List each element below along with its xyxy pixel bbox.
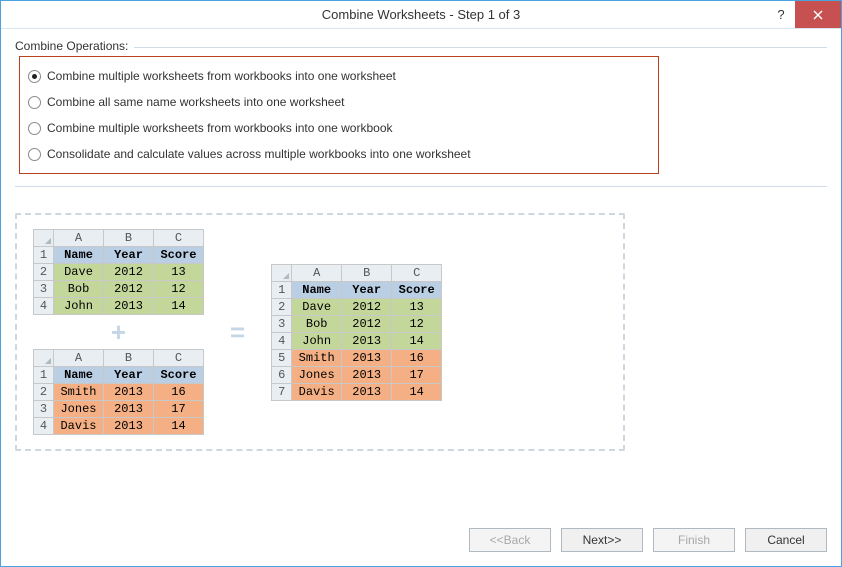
dialog-content: Combine Operations: Combine multiple wor…	[1, 29, 841, 566]
radio-icon	[28, 70, 41, 83]
radio-icon	[28, 148, 41, 161]
radio-icon	[28, 122, 41, 135]
close-icon	[813, 10, 823, 20]
group-legend: Combine Operations:	[15, 39, 134, 53]
radio-option-0[interactable]: Combine multiple worksheets from workboo…	[26, 63, 652, 89]
next-button[interactable]: Next>>	[561, 528, 643, 552]
cancel-button[interactable]: Cancel	[745, 528, 827, 552]
radio-label: Consolidate and calculate values across …	[47, 147, 471, 161]
close-button[interactable]	[795, 1, 841, 28]
radio-label: Combine all same name worksheets into on…	[47, 95, 344, 109]
window-title: Combine Worksheets - Step 1 of 3	[322, 7, 520, 22]
radio-icon	[28, 96, 41, 109]
preview-table-bottom: ABC1NameYearScore2Smith2013163Jones20131…	[33, 349, 204, 435]
dialog-window: Combine Worksheets - Step 1 of 3 ? Combi…	[0, 0, 842, 567]
radio-option-2[interactable]: Combine multiple worksheets from workboo…	[26, 115, 652, 141]
back-button: <<Back	[469, 528, 551, 552]
radio-label: Combine multiple worksheets from workboo…	[47, 69, 396, 83]
plus-icon: +	[103, 319, 134, 345]
button-bar: <<Back Next>> Finish Cancel	[469, 528, 827, 552]
preview-table-result: ABC1NameYearScore2Dave2012133Bob2012124J…	[271, 264, 442, 401]
titlebar: Combine Worksheets - Step 1 of 3 ?	[1, 1, 841, 29]
equals-icon: =	[222, 319, 253, 345]
combine-operations-group: Combine Operations: Combine multiple wor…	[15, 47, 827, 187]
radio-option-1[interactable]: Combine all same name worksheets into on…	[26, 89, 652, 115]
radio-option-3[interactable]: Consolidate and calculate values across …	[26, 141, 652, 167]
preview-panel: ABC1NameYearScore2Dave2012133Bob2012124J…	[15, 213, 625, 451]
help-button[interactable]: ?	[767, 1, 795, 28]
preview-table-top: ABC1NameYearScore2Dave2012133Bob2012124J…	[33, 229, 204, 315]
radio-label: Combine multiple worksheets from workboo…	[47, 121, 393, 135]
options-highlight: Combine multiple worksheets from workboo…	[19, 56, 659, 174]
finish-button: Finish	[653, 528, 735, 552]
